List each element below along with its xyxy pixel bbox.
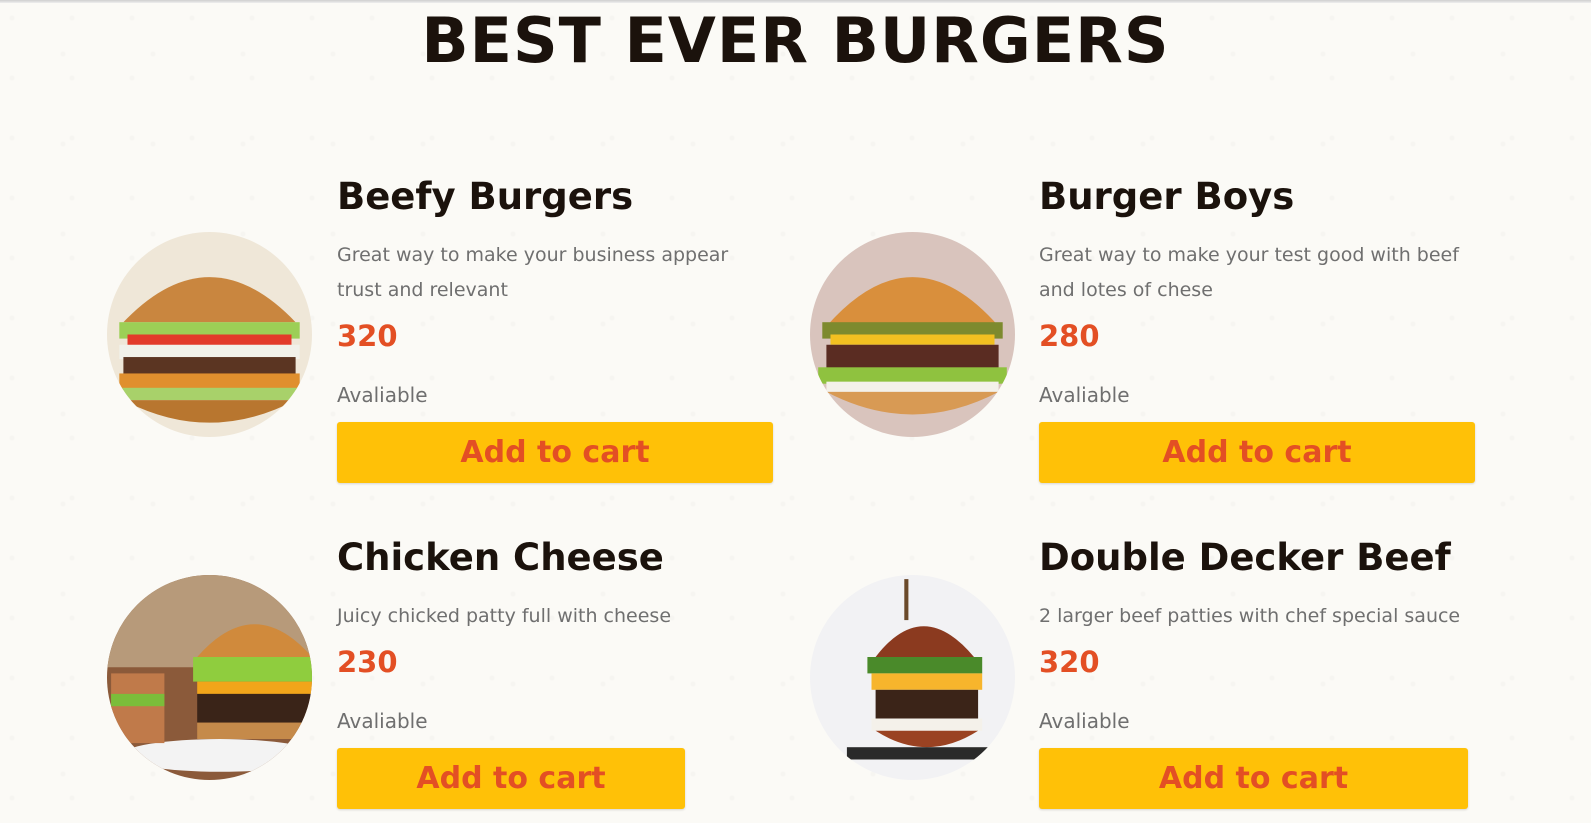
item-description: 2 larger beef patties with chef special … — [1039, 605, 1461, 627]
item-price: 280 — [1039, 319, 1100, 353]
burger-image — [810, 575, 1015, 780]
burger-image — [810, 232, 1015, 437]
item-price: 230 — [337, 645, 398, 679]
burger-image — [107, 575, 312, 780]
item-availability: Avaliable — [1039, 709, 1130, 733]
item-name: Burger Boys — [1039, 175, 1295, 218]
burger-image — [107, 232, 312, 437]
top-divider — [0, 0, 1591, 3]
item-description: Great way to make your test good with be… — [1039, 244, 1459, 301]
item-availability: Avaliable — [337, 383, 428, 407]
item-name: Beefy Burgers — [337, 175, 634, 218]
item-availability: Avaliable — [1039, 383, 1130, 407]
add-to-cart-button[interactable]: Add to cart — [1039, 422, 1475, 483]
add-to-cart-button[interactable]: Add to cart — [1039, 748, 1468, 809]
item-price: 320 — [337, 319, 398, 353]
item-description: Juicy chicked patty full with cheese — [337, 605, 672, 627]
add-to-cart-button[interactable]: Add to cart — [337, 748, 685, 809]
item-name: Double Decker Beef — [1039, 536, 1451, 579]
item-description: Great way to make your business appear t… — [337, 244, 729, 301]
page-title: BEST EVER BURGERS — [421, 4, 1170, 77]
add-to-cart-button[interactable]: Add to cart — [337, 422, 773, 483]
item-availability: Avaliable — [337, 709, 428, 733]
item-name: Chicken Cheese — [337, 536, 664, 579]
item-price: 320 — [1039, 645, 1100, 679]
